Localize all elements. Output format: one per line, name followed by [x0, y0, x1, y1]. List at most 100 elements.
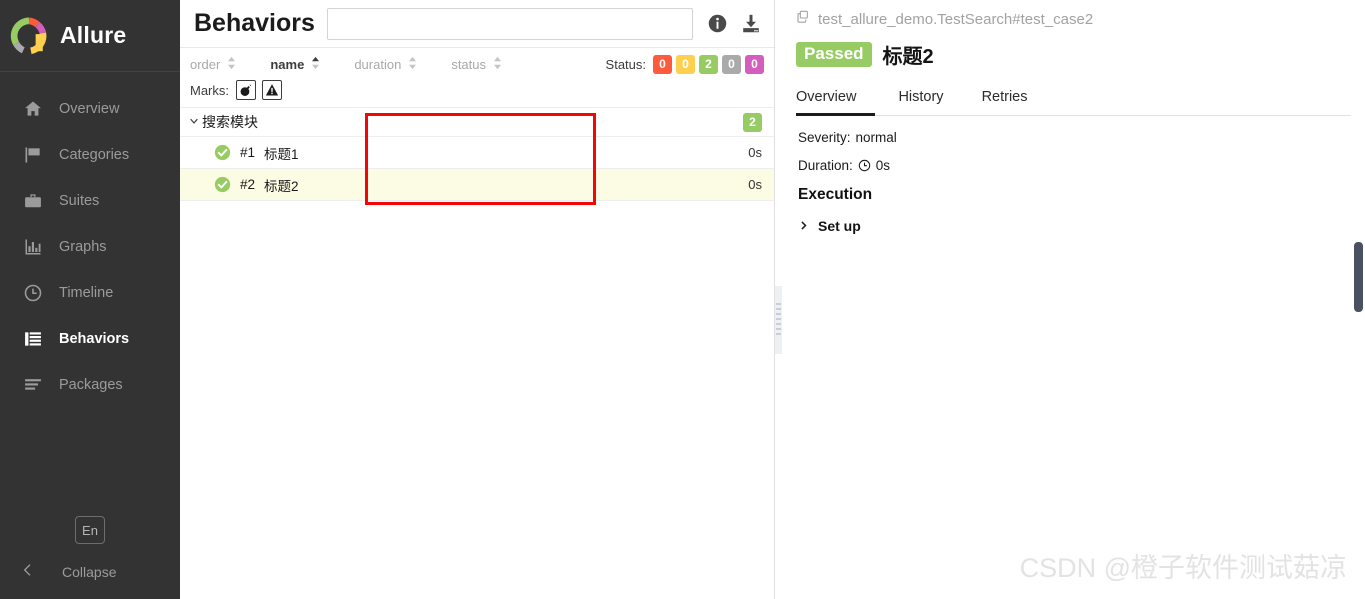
status-chip-unknown[interactable]: 0 — [745, 54, 764, 74]
sidebar: Allure Overview Categories Suites Graphs… — [0, 0, 187, 599]
passed-check-icon — [214, 144, 231, 161]
tab-retries[interactable]: Retries — [963, 83, 1047, 116]
detail-title-row: Passed 标题2 — [796, 40, 1351, 69]
severity-value: normal — [855, 130, 897, 145]
tree-group-count-badge: 2 — [743, 112, 762, 132]
sidebar-item-label: Suites — [59, 193, 100, 209]
sort-arrows-icon — [227, 56, 236, 73]
pane-splitter[interactable] — [775, 0, 782, 599]
download-icon[interactable] — [740, 13, 762, 35]
sidebar-item-behaviors[interactable]: Behaviors — [0, 316, 187, 362]
briefcase-icon — [22, 191, 43, 212]
sidebar-nav: Overview Categories Suites Graphs Timeli… — [0, 86, 187, 408]
sorter-order[interactable]: order — [190, 56, 236, 73]
sorter-label: duration — [354, 56, 402, 72]
sidebar-item-label: Overview — [59, 101, 120, 117]
chevron-right-icon — [798, 219, 809, 234]
collapse-button[interactable]: Collapse — [0, 554, 180, 591]
step-label: Set up — [818, 218, 861, 234]
tree-group-row[interactable]: 搜索模块 2 — [180, 108, 774, 137]
sidebar-item-label: Timeline — [59, 285, 114, 301]
test-case-title: 标题2 — [882, 46, 934, 68]
sidebar-item-suites[interactable]: Suites — [0, 178, 180, 224]
flaky-bomb-icon[interactable] — [236, 80, 256, 100]
status-filter-group: Status: 0 0 2 0 0 — [606, 54, 764, 74]
passed-check-icon — [214, 176, 231, 193]
status-chip-broken[interactable]: 0 — [676, 54, 695, 74]
sidebar-item-categories[interactable]: Categories — [0, 132, 180, 178]
bar-chart-icon — [22, 237, 43, 258]
search-input[interactable] — [326, 7, 693, 40]
info-icon[interactable] — [707, 13, 728, 34]
tab-history[interactable]: History — [879, 83, 962, 116]
sorter-label: name — [270, 56, 305, 72]
list-icon — [22, 329, 43, 350]
duration-label: Duration: — [798, 158, 853, 173]
copy-icon[interactable] — [796, 10, 811, 29]
watermark: CSDN @橙子软件测试菇凉 — [1019, 553, 1347, 583]
sidebar-item-timeline[interactable]: Timeline — [0, 270, 180, 316]
severity-line: Severity: normal — [798, 130, 1349, 145]
layers-icon — [22, 375, 43, 396]
sidebar-item-label: Categories — [59, 147, 130, 163]
test-order: #1 — [240, 145, 256, 160]
detail-tabs: Overview History Retries — [796, 83, 1351, 116]
warning-triangle-icon[interactable] — [262, 80, 282, 100]
flag-icon — [22, 145, 43, 166]
clock-icon — [858, 159, 871, 172]
sidebar-footer: En Collapse — [0, 516, 180, 599]
sidebar-item-overview[interactable]: Overview — [0, 86, 180, 132]
breadcrumb[interactable]: test_allure_demo.TestSearch#test_case2 — [796, 10, 1351, 29]
sort-row: order name duration status Status: 0 0 2… — [190, 52, 764, 76]
test-tree-pane: Behaviors order name duration status Sta… — [180, 0, 775, 599]
header-actions — [705, 13, 762, 35]
brand[interactable]: Allure — [0, 0, 180, 72]
table-row[interactable]: #2 标题2 0s — [180, 169, 774, 201]
sorter-name[interactable]: name — [270, 56, 320, 73]
status-chip-skipped[interactable]: 0 — [722, 54, 741, 74]
vertical-scrollbar[interactable] — [1354, 242, 1363, 312]
sidebar-item-label: Packages — [59, 377, 123, 393]
sidebar-item-graphs[interactable]: Graphs — [0, 224, 180, 270]
filter-bar: order name duration status Status: 0 0 2… — [180, 47, 774, 108]
table-row[interactable]: #1 标题1 0s — [180, 137, 774, 169]
splitter-grip-icon — [776, 303, 781, 337]
brand-name: Allure — [60, 22, 127, 48]
test-name: 标题2 — [264, 178, 299, 194]
execution-heading: Execution — [798, 186, 873, 203]
breadcrumb-path: test_allure_demo.TestSearch#test_case2 — [818, 11, 1094, 28]
detail-body: Severity: normal Duration: 0s Execution — [782, 116, 1365, 234]
tab-overview[interactable]: Overview — [796, 83, 876, 116]
duration-line: Duration: 0s — [798, 158, 1349, 173]
sort-arrows-icon — [408, 56, 417, 73]
marks-label: Marks: — [190, 82, 229, 98]
sorter-label: status — [451, 56, 486, 72]
sidebar-item-label: Behaviors — [59, 331, 130, 347]
sorter-status[interactable]: status — [451, 56, 502, 73]
sort-arrows-icon — [493, 56, 502, 73]
test-name: 标题1 — [264, 146, 299, 162]
tree-group-name: 搜索模块 — [202, 114, 258, 130]
page-title: Behaviors — [194, 9, 315, 37]
sorter-label: order — [190, 56, 221, 72]
center-header: Behaviors — [180, 0, 774, 47]
status-chip-failed[interactable]: 0 — [653, 54, 672, 74]
test-duration: 0s — [748, 177, 762, 192]
test-detail-pane: test_allure_demo.TestSearch#test_case2 P… — [782, 0, 1365, 599]
marks-row: Marks: — [190, 78, 764, 102]
collapse-label: Collapse — [62, 563, 117, 580]
duration-value: 0s — [875, 158, 891, 173]
allure-logo-icon — [10, 16, 48, 55]
severity-label: Severity: — [798, 130, 851, 145]
test-order: #2 — [240, 177, 256, 192]
sorter-duration[interactable]: duration — [354, 56, 417, 73]
step-set-up[interactable]: Set up — [798, 218, 1349, 234]
status-chip-passed[interactable]: 2 — [699, 54, 718, 74]
sort-arrows-icon — [311, 56, 320, 73]
home-icon — [22, 99, 43, 120]
test-tree: 搜索模块 2 #1 标题1 0s #2 标题2 0s — [180, 108, 774, 201]
chevron-left-icon — [20, 562, 36, 581]
sidebar-item-packages[interactable]: Packages — [0, 362, 180, 408]
chevron-down-icon — [188, 115, 202, 130]
language-selector[interactable]: En — [75, 516, 105, 544]
